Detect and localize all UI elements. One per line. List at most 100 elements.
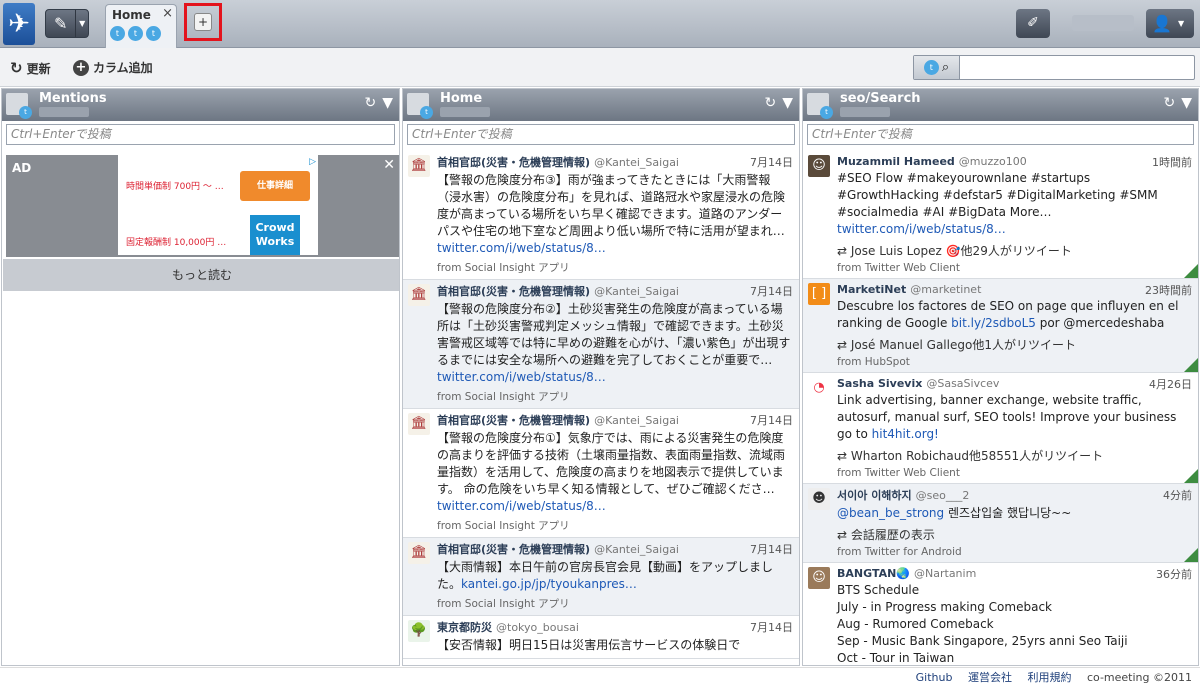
tweet-time[interactable]: 36分前 [1156, 566, 1192, 582]
retweet-info[interactable]: ⇄ Wharton Robichaud他58551人がリツイート [837, 447, 1192, 464]
tweet-author[interactable]: Muzammil Hameed [837, 155, 955, 168]
favorite-corner-icon[interactable] [1184, 469, 1198, 483]
tweet-handle[interactable]: @Nartanim [914, 567, 976, 580]
source-app[interactable]: Twitter Web Client [865, 262, 960, 274]
refresh-icon[interactable]: ↻ [364, 95, 376, 111]
read-more-button[interactable]: もっと読む [3, 259, 399, 291]
footer-link-github[interactable]: Github [916, 671, 953, 684]
user-menu-button[interactable]: 👤 ▼ [1146, 9, 1194, 38]
tweet-handle[interactable]: @Kantei_Saigai [594, 156, 679, 169]
tweet-author[interactable]: BANGTAN🌏 [837, 567, 910, 580]
add-column-button[interactable]: + カラム追加 [73, 59, 153, 76]
tweet[interactable]: 🌳 東京都防災 @tokyo_bousai 7月14日 【安否情報】明日15日は災害用伝… [403, 616, 799, 659]
avatar[interactable]: 🏛 [408, 413, 430, 435]
source-app[interactable]: Social Insight アプリ [465, 598, 570, 610]
tweet[interactable]: ☺ BANGTAN🌏 @Nartanim 36分前 BTS Schedule July … [803, 563, 1198, 665]
avatar[interactable]: 🏛 [408, 284, 430, 306]
chevron-down-icon[interactable]: ▼ [75, 10, 88, 37]
chevron-down-icon[interactable]: ▼ [1181, 95, 1192, 111]
source-app[interactable]: Social Insight アプリ [465, 391, 570, 403]
tweet[interactable]: 🏛 首相官邸(災害・危機管理情報) @Kantei_Saigai 7月14日 【警報の危… [403, 280, 799, 409]
tweet-link[interactable]: kantei.go.jp/jp/tyoukanpres… [461, 577, 637, 591]
footer-link-company[interactable]: 運営会社 [968, 671, 1012, 684]
tweet-handle[interactable]: @tokyo_bousai [496, 621, 579, 634]
tweet-link[interactable]: twitter.com/i/web/status/8… [437, 499, 606, 513]
refresh-icon[interactable]: ↻ [764, 95, 776, 111]
chevron-down-icon[interactable]: ▼ [382, 95, 393, 111]
tweet-time[interactable]: 1時間前 [1152, 154, 1192, 170]
tab-home[interactable]: Home × t t t [105, 4, 177, 48]
close-tab-button[interactable]: × [162, 6, 173, 21]
avatar[interactable]: ☺ [808, 155, 830, 177]
compose-button[interactable]: ✎ ▼ [45, 9, 89, 38]
source-app[interactable]: Social Insight アプリ [465, 262, 570, 274]
retweet-info[interactable]: ⇄ 会話履歴の表示 [837, 526, 1192, 543]
tweet-author[interactable]: 首相官邸(災害・危機管理情報) [437, 156, 590, 169]
tweet-author[interactable]: 首相官邸(災害・危機管理情報) [437, 285, 590, 298]
tweet-time[interactable]: 7月14日 [750, 412, 793, 428]
ad-banner[interactable]: AD ✕ 時間単価制 700円 〜 … 固定報酬制 10,000円 … 仕事詳細… [6, 155, 399, 257]
tweet-link[interactable]: twitter.com/i/web/status/8… [837, 222, 1006, 236]
tweet[interactable]: ☻ 서이아 이해하지 @seo___2 4分前 @bean_be_strong 렌즈삽입… [803, 484, 1198, 563]
tweet-handle[interactable]: @SasaSivcev [926, 377, 999, 390]
refresh-icon[interactable]: ↻ [1163, 95, 1175, 111]
tweet-time[interactable]: 7月14日 [750, 619, 793, 635]
source-app[interactable]: Twitter for Android [865, 546, 962, 558]
add-tab-button[interactable]: + [184, 3, 222, 41]
tweet-author[interactable]: 首相官邸(災害・危機管理情報) [437, 414, 590, 427]
chevron-down-icon[interactable]: ▼ [782, 95, 793, 111]
mute-button[interactable]: ✐ [1016, 9, 1050, 38]
post-input[interactable]: Ctrl+Enterで投稿 [807, 124, 1194, 145]
tweet[interactable]: 🏛 首相官邸(災害・危機管理情報) @Kantei_Saigai 7月14日 【警報の危… [403, 409, 799, 538]
tweet-author[interactable]: Sasha Sivevix [837, 377, 922, 390]
tweet[interactable]: ☺ Muzammil Hameed @muzzo100 1時間前 #SEO Flow #… [803, 151, 1198, 279]
avatar[interactable]: 🌳 [408, 620, 430, 642]
post-input[interactable]: Ctrl+Enterで投稿 [6, 124, 395, 145]
tweet-handle[interactable]: @muzzo100 [959, 155, 1027, 168]
tweet-handle[interactable]: @seo___2 [916, 489, 970, 502]
tweet-author[interactable]: MarketiNet [837, 283, 906, 296]
favorite-corner-icon[interactable] [1184, 548, 1198, 562]
tweet-link[interactable]: twitter.com/i/web/status/8… [437, 370, 606, 384]
favorite-corner-icon[interactable] [1184, 264, 1198, 278]
tweet-handle[interactable]: @marketinet [910, 283, 981, 296]
avatar[interactable]: ☺ [808, 567, 830, 589]
bird-logo-icon[interactable]: ✈ [3, 3, 35, 45]
retweet-info[interactable]: ⇄ Jose Luis Lopez 🎯他29人がリツイート [837, 242, 1192, 259]
close-icon[interactable]: ✕ [383, 157, 395, 173]
tweet-time[interactable]: 4分前 [1163, 487, 1192, 503]
avatar[interactable]: ☻ [808, 488, 830, 510]
tweet-author[interactable]: 東京都防災 [437, 621, 492, 634]
tweet-time[interactable]: 23時間前 [1145, 282, 1192, 298]
tweet-author[interactable]: 首相官邸(災害・危機管理情報) [437, 543, 590, 556]
ad-cta[interactable]: 仕事詳細 [240, 171, 310, 201]
footer-link-terms[interactable]: 利用規約 [1027, 671, 1071, 684]
search-button[interactable]: t ⌕ [914, 56, 960, 79]
tweet[interactable]: 🏛 首相官邸(災害・危機管理情報) @Kantei_Saigai 7月14日 【警報の危… [403, 151, 799, 280]
tweet-link[interactable]: hit4hit.org! [872, 427, 939, 441]
source-app[interactable]: Social Insight アプリ [465, 520, 570, 532]
ad-image[interactable]: 時間単価制 700円 〜 … 固定報酬制 10,000円 … 仕事詳細 Crow… [118, 155, 318, 255]
favorite-corner-icon[interactable] [1184, 358, 1198, 372]
avatar[interactable]: 🏛 [408, 155, 430, 177]
tweet-link[interactable]: twitter.com/i/web/status/8… [437, 241, 606, 255]
tweet-time[interactable]: 7月14日 [750, 283, 793, 299]
tweet-handle[interactable]: @Kantei_Saigai [594, 543, 679, 556]
retweet-info[interactable]: ⇄ José Manuel Gallego他1人がリツイート [837, 336, 1192, 353]
post-input[interactable]: Ctrl+Enterで投稿 [407, 124, 795, 145]
refresh-button[interactable]: ↻ 更新 [10, 59, 51, 77]
tweet-time[interactable]: 4月26日 [1149, 376, 1192, 392]
tweet-link[interactable]: @bean_be_strong [837, 506, 944, 520]
tweet-link[interactable]: bit.ly/2sdboL5 [951, 316, 1036, 330]
tweet-time[interactable]: 7月14日 [750, 541, 793, 557]
tweet-time[interactable]: 7月14日 [750, 154, 793, 170]
source-app[interactable]: HubSpot [865, 356, 910, 368]
avatar[interactable]: [ ] [808, 283, 830, 305]
avatar[interactable]: ◔ [808, 377, 830, 399]
tweet-handle[interactable]: @Kantei_Saigai [594, 414, 679, 427]
tweet-handle[interactable]: @Kantei_Saigai [594, 285, 679, 298]
search-input[interactable] [962, 57, 1192, 78]
tweet-author[interactable]: 서이아 이해하지 [837, 489, 912, 502]
tweet[interactable]: 🏛 首相官邸(災害・危機管理情報) @Kantei_Saigai 7月14日 【大雨情報… [403, 538, 799, 616]
tweet[interactable]: ◔ Sasha Sivevix @SasaSivcev 4月26日 Link adver… [803, 373, 1198, 484]
